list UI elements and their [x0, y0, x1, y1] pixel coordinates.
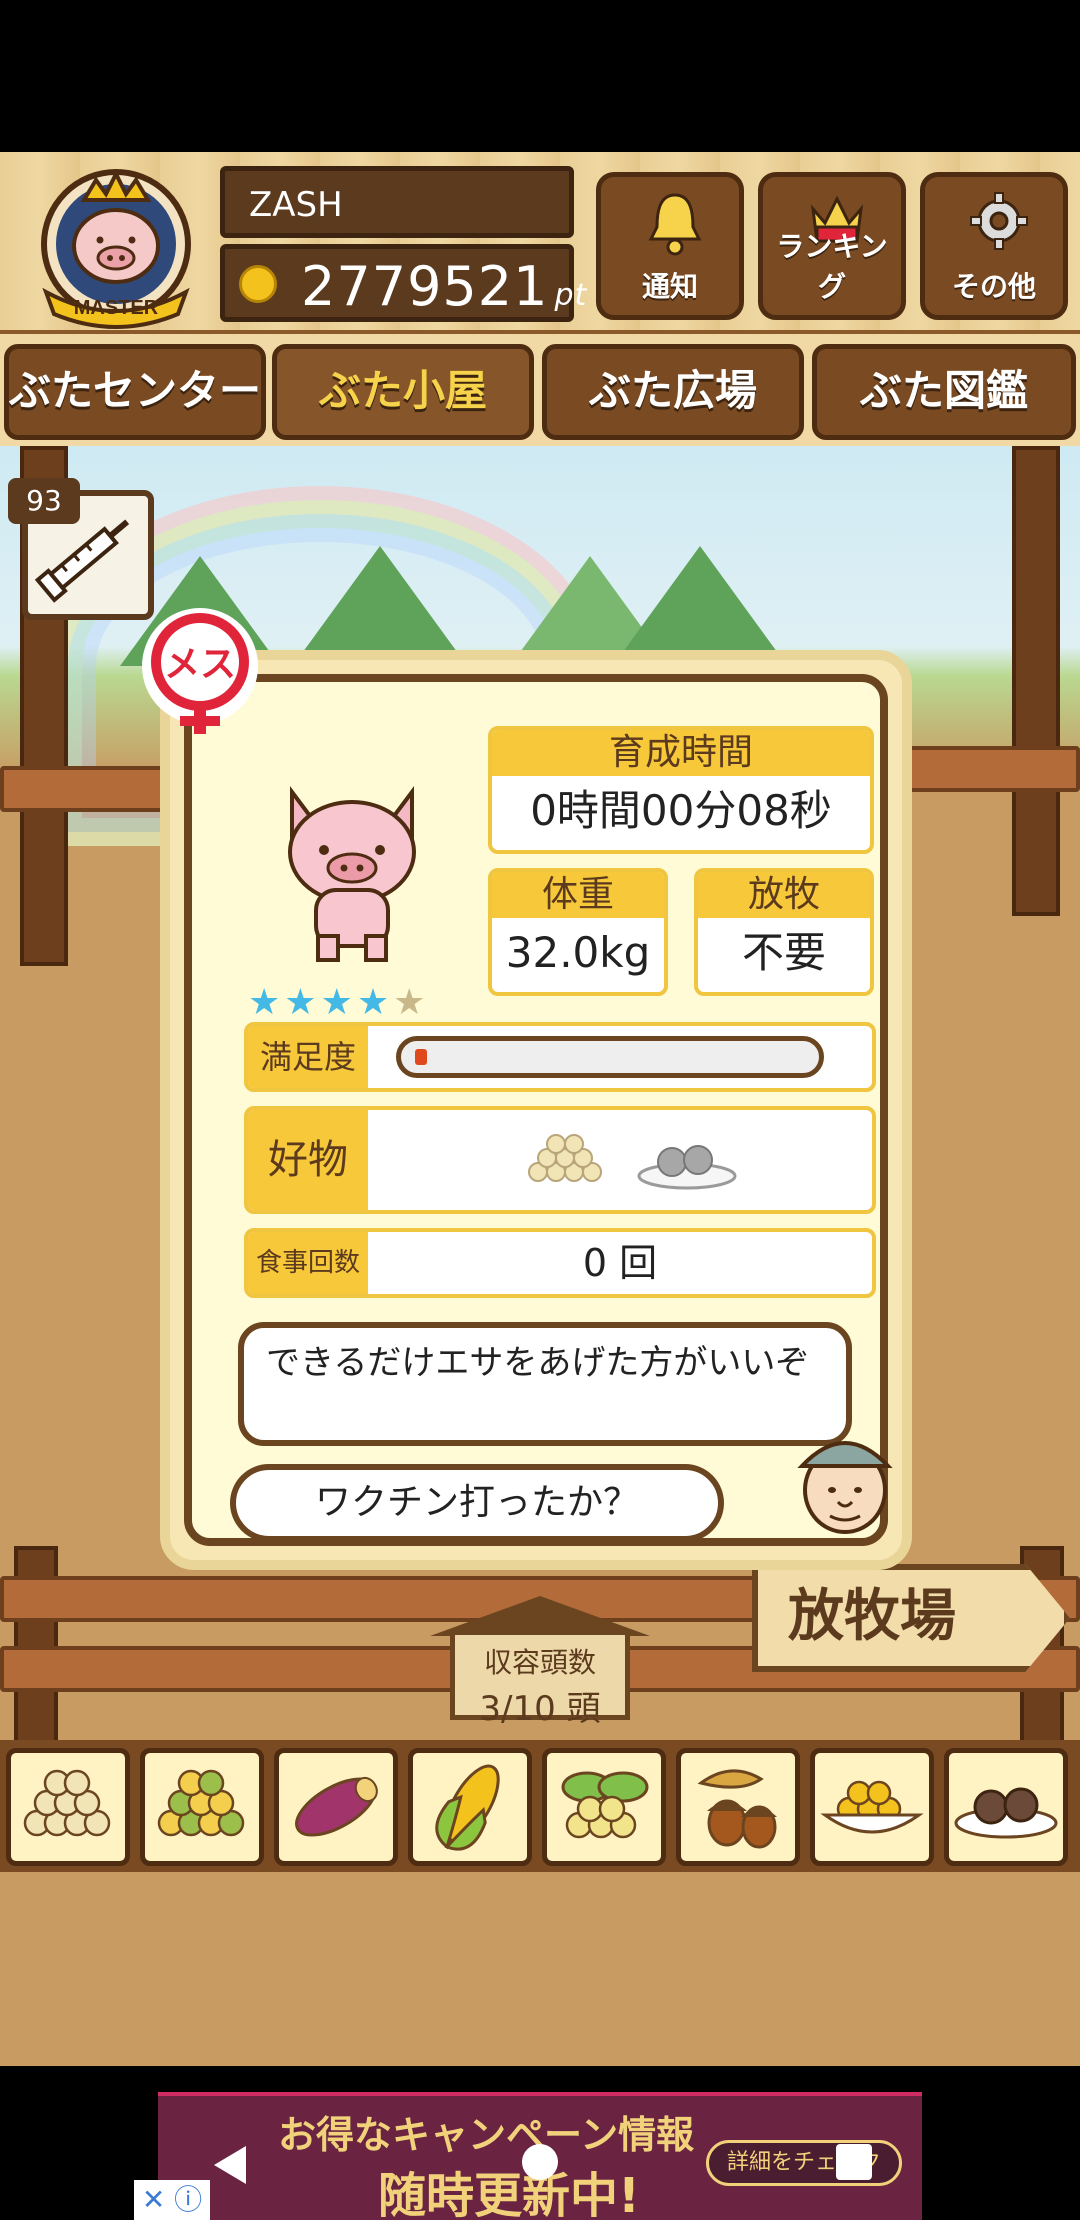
grazing-box: 放牧 不要	[694, 868, 874, 996]
tab-buta-hiroba[interactable]: ぶた広場	[542, 344, 804, 440]
nav-recents-icon[interactable]	[832, 2140, 876, 2184]
pig-rating: ★★★★★	[248, 982, 429, 1023]
points-unit: pt	[554, 278, 588, 313]
grazing-value: 不要	[741, 928, 826, 977]
points-value: 2779521	[301, 255, 549, 318]
food-slot-mixed-beans[interactable]	[140, 1748, 264, 1866]
acorns-icon	[697, 1769, 777, 1849]
soybeans-icon	[23, 1769, 111, 1837]
meatballs-plate-icon	[954, 1787, 1058, 1839]
greens-icon	[561, 1771, 649, 1839]
growth-time-label: 育成時間	[492, 730, 870, 776]
capacity-sign-body: 収容頭数 3/10 頭	[450, 1630, 630, 1729]
beans-icon	[528, 1134, 602, 1182]
advice-bubble: できるだけエサをあげた方がいいぞ	[238, 1322, 852, 1446]
vaccine-count: 93	[8, 478, 80, 524]
gear-icon	[970, 192, 1028, 250]
nav-home-icon[interactable]	[518, 2140, 562, 2184]
meal-count-label: 食事回数	[248, 1232, 368, 1294]
coin-icon	[239, 265, 277, 303]
food-slot-grain-bowl[interactable]	[810, 1748, 934, 1866]
meatballs-plate-icon	[637, 1145, 737, 1190]
pig-status-panel: ★★★★★ 育成時間 0時間00分08秒 体重 32.0kg 放牧 不要 満足度…	[160, 650, 912, 1570]
meal-count-value: 0 回	[582, 1241, 658, 1285]
female-gender-icon: メス	[142, 608, 258, 734]
grazing-field-sign[interactable]: 放牧場	[752, 1564, 1070, 1672]
satisfaction-gauge-fill	[415, 1049, 427, 1065]
capacity-sign: 収容頭数 3/10 頭	[430, 1596, 650, 1729]
points-box: 2779521 pt	[220, 244, 586, 322]
player-name: ZASH	[220, 166, 574, 238]
ad-close-icon[interactable]: ✕ ⓘ	[134, 2180, 210, 2220]
pig-status-card: ★★★★★ 育成時間 0時間00分08秒 体重 32.0kg 放牧 不要 満足度…	[184, 674, 893, 1546]
notifications-label: 通知	[641, 270, 698, 303]
grain-bowl-icon	[820, 1780, 924, 1834]
food-slot-meatballs[interactable]	[944, 1748, 1068, 1866]
corn-icon	[435, 1764, 500, 1851]
weight-value: 32.0kg	[505, 928, 651, 977]
tab-buta-koya[interactable]: ぶた小屋	[272, 344, 534, 440]
food-bar	[0, 1740, 1080, 1872]
star-icon: ★	[248, 982, 285, 1023]
farmer-icon	[797, 1441, 893, 1534]
star-icon: ★	[284, 982, 321, 1023]
satisfaction-label: 満足度	[248, 1026, 368, 1088]
status-bar-area	[0, 0, 1080, 152]
bell-icon	[648, 193, 702, 256]
food-slot-greens[interactable]	[542, 1748, 666, 1866]
star-icon: ★	[320, 982, 357, 1023]
capacity-value: 3/10 頭	[479, 1689, 601, 1729]
satisfaction-gauge	[396, 1036, 824, 1078]
tree	[300, 546, 460, 656]
master-badge-label: MASTER	[74, 297, 159, 319]
weight-box: 体重 32.0kg	[488, 868, 668, 996]
fence-post	[1012, 446, 1060, 916]
sweet-potato-icon	[295, 1776, 378, 1837]
vaccine-question-bubble: ワクチン打ったか？	[230, 1464, 724, 1542]
tab-bar: ぶたセンター ぶた小屋 ぶた広場 ぶた図鑑	[0, 334, 1080, 446]
star-empty-icon: ★	[393, 982, 430, 1023]
tab-buta-zukan[interactable]: ぶた図鑑	[812, 344, 1076, 440]
ranking-button[interactable]: ランキング	[758, 172, 906, 320]
food-slot-corn[interactable]	[408, 1748, 532, 1866]
tree	[620, 546, 780, 656]
growth-time-value: 0時間00分08秒	[530, 786, 832, 835]
satisfaction-row: 満足度	[244, 1022, 876, 1092]
master-badge-icon[interactable]: MASTER	[26, 162, 206, 332]
pig-character[interactable]	[262, 772, 442, 972]
nav-back-icon[interactable]	[206, 2140, 256, 2190]
capacity-label: 収容頭数	[483, 1646, 596, 1679]
weight-label: 体重	[492, 872, 664, 918]
tab-buta-center[interactable]: ぶたセンター	[4, 344, 266, 440]
ad-line1: お得なキャンペーン情報	[278, 2113, 695, 2157]
star-icon: ★	[356, 982, 394, 1023]
growth-time-box: 育成時間 0時間00分08秒	[488, 726, 874, 854]
other-button[interactable]: その他	[920, 172, 1068, 320]
favorite-food-row: 好物	[244, 1106, 876, 1214]
other-label: その他	[951, 270, 1036, 303]
food-slot-sweet-potato[interactable]	[274, 1748, 398, 1866]
mixed-beans-icon	[157, 1769, 245, 1837]
food-slot-acorns[interactable]	[676, 1748, 800, 1866]
favorite-label: 好物	[248, 1110, 368, 1210]
notifications-button[interactable]: 通知	[596, 172, 744, 320]
header: MASTER ZASH 2779521 pt 通知 ランキング その他	[0, 152, 1080, 334]
meal-count-row: 食事回数 0 回	[244, 1228, 876, 1298]
ad-line2: 随時更新中!	[378, 2168, 640, 2220]
gender-label: メス	[164, 644, 236, 685]
grazing-label: 放牧	[698, 872, 870, 918]
food-slot-soybeans[interactable]	[6, 1748, 130, 1866]
ranking-label: ランキング	[776, 230, 888, 303]
